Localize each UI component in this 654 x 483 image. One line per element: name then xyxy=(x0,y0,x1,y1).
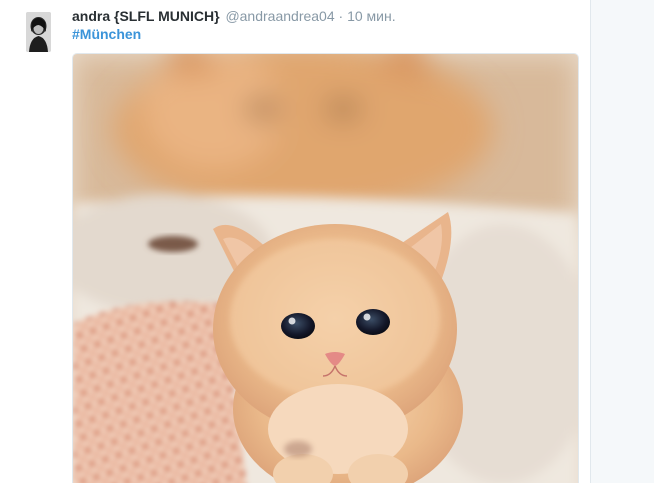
tweet-timestamp[interactable]: 10 мин. xyxy=(347,8,396,24)
hashtag-link[interactable]: #München xyxy=(72,25,141,43)
meta-separator: · xyxy=(338,8,344,24)
tweet-media-image[interactable] xyxy=(72,53,579,483)
kitten-photo xyxy=(73,54,578,483)
author-handle[interactable]: @andraandrea04 xyxy=(225,8,334,24)
right-gutter xyxy=(591,0,654,483)
tweet-header: andra {SLFL MUNICH} @andraandrea04 · 10 … xyxy=(72,7,396,25)
user-avatar-icon[interactable] xyxy=(26,12,51,52)
author-name[interactable]: andra {SLFL MUNICH} xyxy=(72,8,220,24)
tweet-card: andra {SLFL MUNICH} @andraandrea04 · 10 … xyxy=(0,0,591,483)
